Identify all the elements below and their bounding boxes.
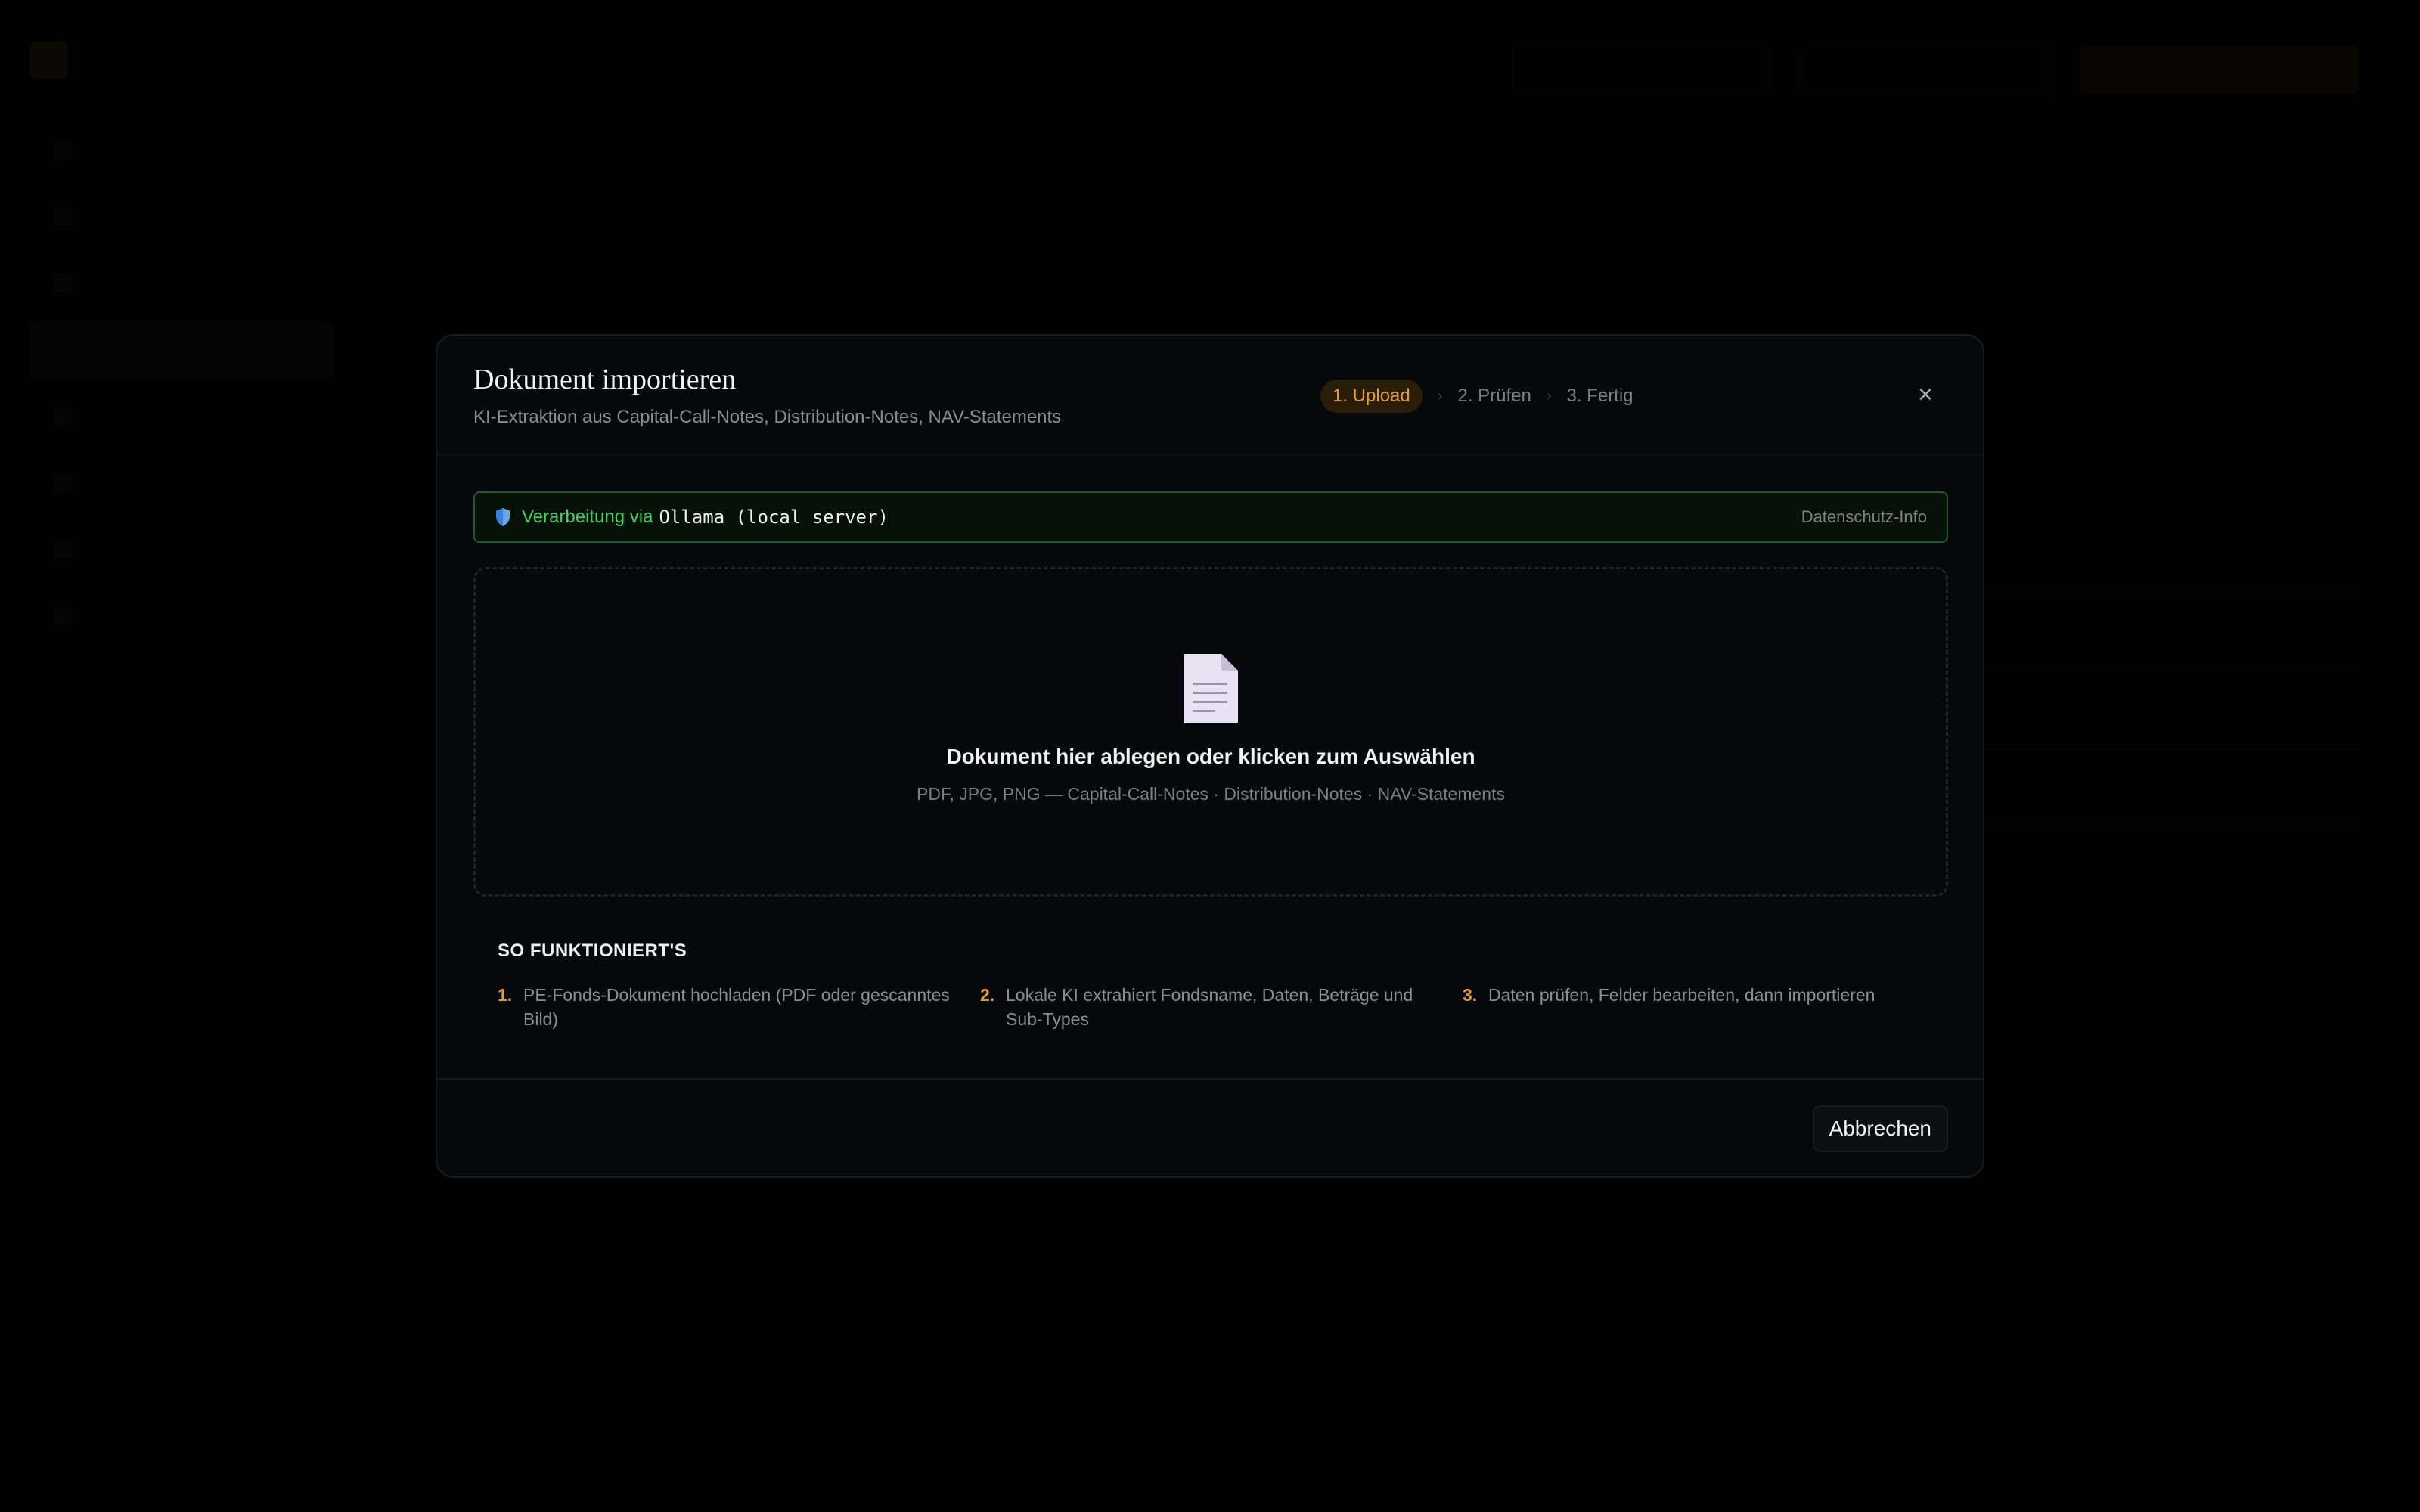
how-step-number: 2.	[980, 985, 995, 1005]
how-it-works: SO FUNKTIONIERT'S 1. PE-Fonds-Dokument h…	[498, 940, 1919, 1031]
close-icon[interactable]: ×	[1910, 380, 1941, 410]
page: Dokument importieren KI-Extraktion aus C…	[0, 0, 2420, 1512]
dialog-title: Dokument importieren	[473, 364, 737, 395]
document-icon	[1184, 654, 1238, 723]
step-done: 3. Fertig	[1566, 386, 1634, 406]
ai-engine-name: Ollama (local server)	[659, 507, 889, 528]
how-step: 1. PE-Fonds-Dokument hochladen (PDF oder…	[498, 983, 954, 1031]
import-dialog: Dokument importieren KI-Extraktion aus C…	[436, 334, 1984, 1178]
dialog-footer: Abbrechen	[437, 1078, 1983, 1176]
how-step-number: 1.	[498, 985, 513, 1005]
how-it-works-steps: 1. PE-Fonds-Dokument hochladen (PDF oder…	[498, 983, 1919, 1031]
how-step-text: Daten prüfen, Felder bearbeiten, dann im…	[1488, 985, 1876, 1005]
dropzone-hint: PDF, JPG, PNG — Capital-Call-Notes · Dis…	[917, 784, 1505, 804]
privacy-info-link[interactable]: Datenschutz-Info	[1801, 507, 1927, 527]
stepper: 1. Upload › 2. Prüfen › 3. Fertig	[1320, 380, 1634, 413]
file-dropzone[interactable]: Dokument hier ablegen oder klicken zum A…	[473, 567, 1948, 897]
how-step-number: 3.	[1463, 985, 1478, 1005]
privacy-label: Verarbeitung via	[522, 507, 653, 527]
dropzone-title: Dokument hier ablegen oder klicken zum A…	[946, 745, 1475, 768]
step-review: 2. Prüfen	[1457, 386, 1531, 406]
how-step-text: Lokale KI extrahiert Fondsname, Daten, B…	[1006, 985, 1413, 1029]
shield-icon	[496, 508, 510, 526]
privacy-info-bar: Verarbeitung via Ollama (local server) D…	[473, 491, 1948, 543]
step-separator: ›	[1437, 387, 1443, 404]
step-upload: 1. Upload	[1320, 380, 1423, 413]
dialog-header: Dokument importieren KI-Extraktion aus C…	[437, 336, 1983, 455]
how-step: 3. Daten prüfen, Felder bearbeiten, dann…	[1463, 983, 1919, 1031]
how-step-text: PE-Fonds-Dokument hochladen (PDF oder ge…	[523, 985, 950, 1029]
how-it-works-title: SO FUNKTIONIERT'S	[498, 940, 687, 961]
dialog-subtitle: KI-Extraktion aus Capital-Call-Notes, Di…	[473, 407, 1062, 427]
how-step: 2. Lokale KI extrahiert Fondsname, Daten…	[980, 983, 1437, 1031]
cancel-button[interactable]: Abbrechen	[1812, 1105, 1948, 1152]
step-separator: ›	[1546, 387, 1552, 404]
